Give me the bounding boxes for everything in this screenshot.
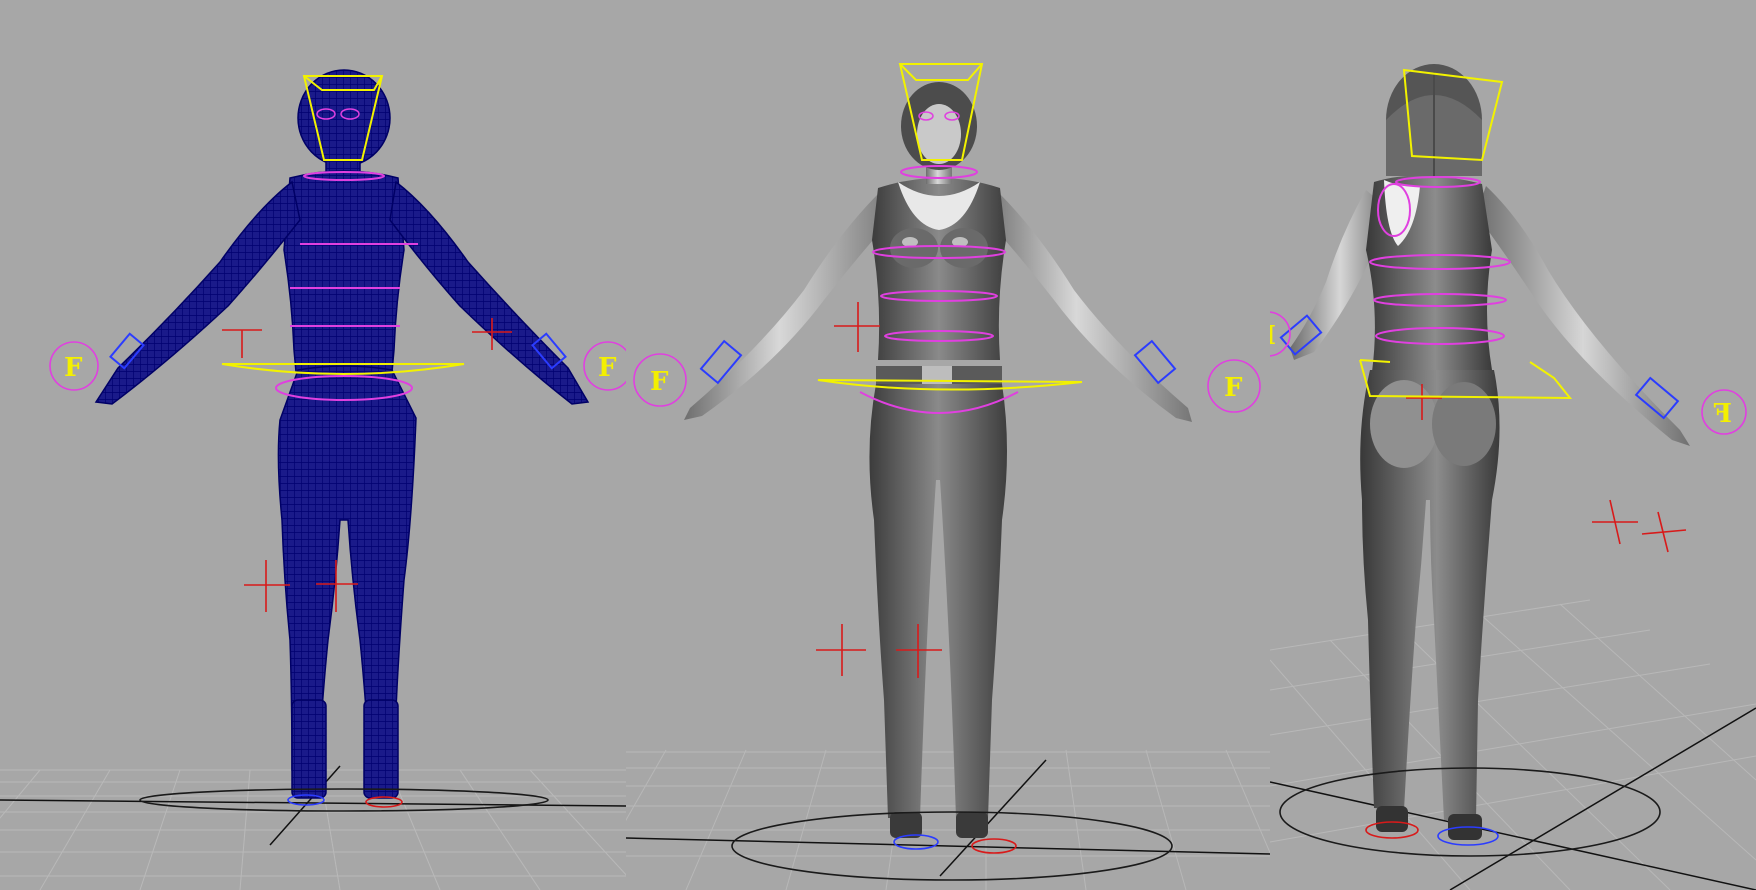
svg-text:F: F	[598, 353, 617, 383]
fk-ik-switch-right[interactable]: F	[1207, 359, 1261, 413]
svg-text:F: F	[64, 353, 83, 383]
foot-controls	[139, 788, 549, 812]
fk-ik-switch-left[interactable]: F	[1270, 311, 1291, 357]
front-scene: F F	[626, 63, 1270, 890]
character-mesh-front	[684, 82, 1192, 838]
perspective-viewport-front[interactable]: F F	[626, 0, 1270, 890]
fk-ik-switch-left[interactable]: F	[633, 353, 687, 407]
fk-ik-switch-right[interactable]: F	[1701, 389, 1747, 435]
svg-text:F: F	[1270, 321, 1276, 351]
svg-text:F: F	[650, 367, 669, 397]
perspective-viewport-wireframe[interactable]: F F	[0, 0, 626, 890]
ground-grid	[626, 749, 1270, 890]
ground-grid	[1270, 599, 1756, 890]
svg-text:F: F	[1713, 399, 1732, 429]
maya-viewport-panel: F F F F F	[0, 0, 1756, 890]
character-mesh-back	[1290, 64, 1690, 840]
fk-ik-switch-right[interactable]: F	[583, 341, 626, 391]
back-scene: F F	[1270, 64, 1756, 890]
fk-ik-switch-left[interactable]: F	[49, 341, 99, 391]
svg-text:F: F	[1224, 373, 1243, 403]
ground-axes	[626, 759, 1270, 877]
wireframe-scene: F F	[0, 69, 626, 890]
perspective-viewport-back[interactable]: F F	[1270, 0, 1756, 890]
